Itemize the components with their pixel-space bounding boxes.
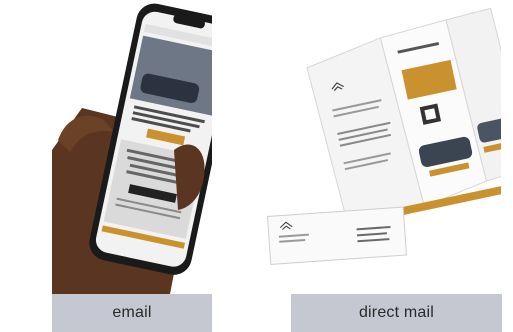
email-illustration [52, 0, 212, 294]
qr-code-inner [424, 108, 437, 121]
email-caption-bar: email [52, 294, 212, 332]
direct-mail-caption: direct mail [358, 304, 435, 321]
trifold-brochure [306, 7, 501, 238]
direct-mail-caption-bar: direct mail [291, 294, 502, 332]
envelope [266, 206, 408, 265]
direct-mail-illustration [265, 0, 501, 294]
email-caption: email [112, 304, 152, 321]
